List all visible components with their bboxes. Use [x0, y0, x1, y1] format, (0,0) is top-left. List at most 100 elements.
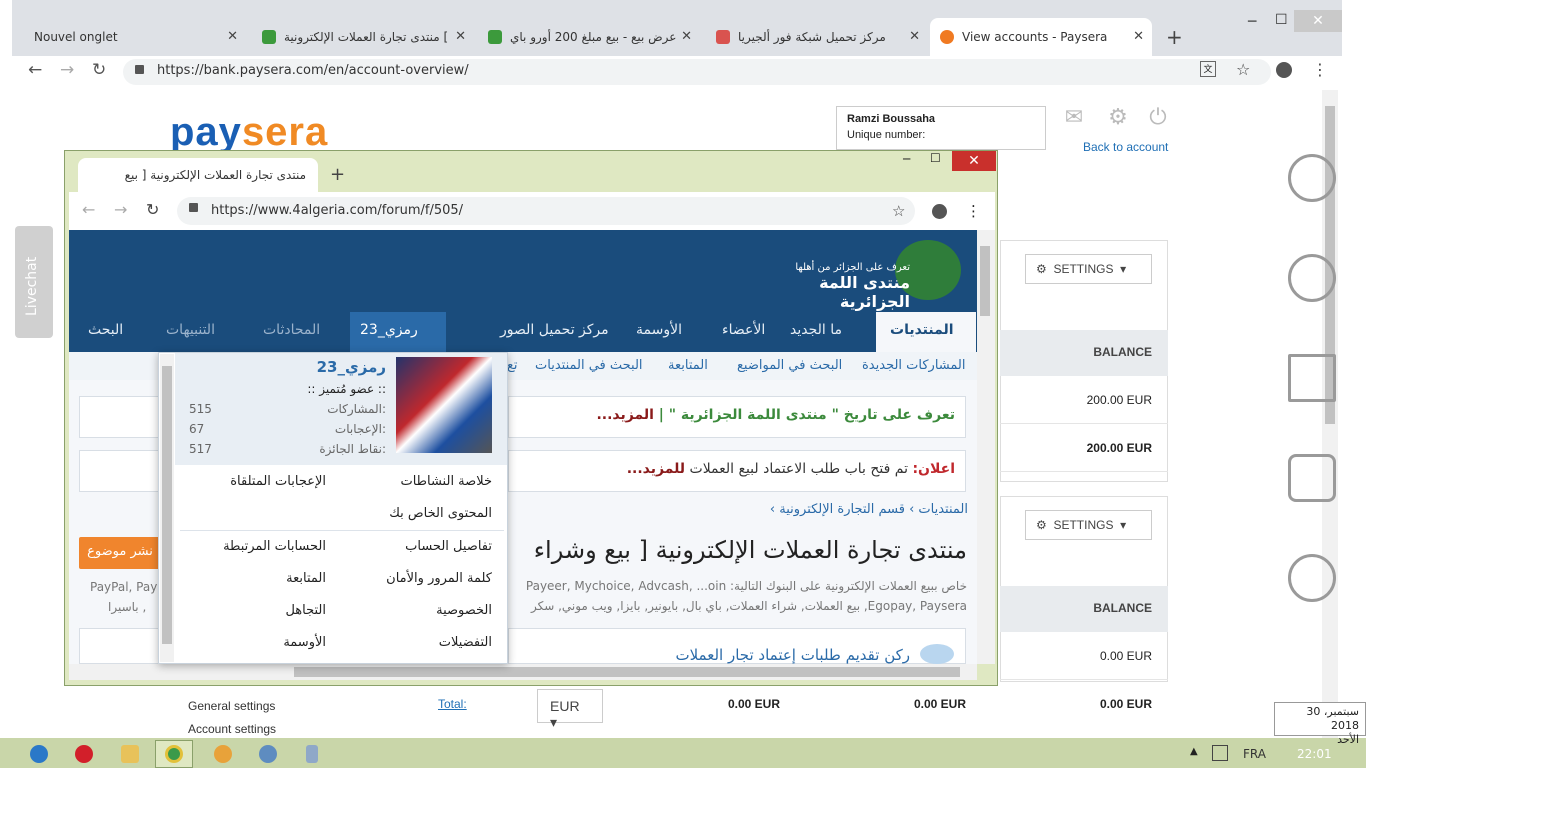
- menu-activity-summary[interactable]: خلاصة النشاطات: [360, 474, 492, 489]
- paysera-logo[interactable]: paysera: [170, 110, 328, 155]
- subnav-search-threads[interactable]: البحث في المواضيع: [737, 358, 842, 373]
- menu-preferences[interactable]: التفضيلات: [360, 635, 492, 650]
- balance-header-2: BALANCE: [1000, 586, 1168, 632]
- back-icon[interactable]: ←: [28, 60, 42, 80]
- chrome-icon[interactable]: [165, 745, 183, 763]
- subnav-more[interactable]: تع: [507, 358, 518, 373]
- notice-announcement[interactable]: اعلان: تم فتح باب طلب الاعتماد لبيع العم…: [508, 450, 966, 492]
- opera-icon[interactable]: [75, 745, 93, 763]
- close-icon[interactable]: ✕: [227, 29, 238, 44]
- bookmark-star-icon[interactable]: ☆: [892, 202, 905, 220]
- profile-icon[interactable]: [932, 204, 947, 219]
- nav-search[interactable]: البحث: [88, 322, 123, 338]
- menu-ignoring[interactable]: التجاهل: [196, 603, 326, 618]
- balance-value: 200.00 EUR: [1000, 426, 1168, 472]
- maximize-button[interactable]: ☐: [930, 151, 941, 165]
- notepad-icon[interactable]: [306, 745, 318, 763]
- popup-horizontal-thumb[interactable]: [294, 667, 960, 677]
- folder-icon[interactable]: [121, 745, 139, 763]
- network-app-icon[interactable]: [259, 745, 277, 763]
- forward-icon[interactable]: →: [60, 60, 74, 80]
- menu-privacy[interactable]: الخصوصية: [360, 603, 492, 618]
- nav-badges[interactable]: الأوسمة: [636, 322, 682, 338]
- tray-network-icon[interactable]: [1212, 745, 1228, 761]
- app-icon[interactable]: [214, 745, 232, 763]
- tab-upload[interactable]: مركز تحميل شبكة فور ألجيريا ✕: [706, 18, 928, 56]
- close-icon[interactable]: ✕: [681, 29, 692, 44]
- menu-reactions-received[interactable]: الإعجابات المتلقاة: [196, 474, 326, 489]
- sidebar-item-account-settings[interactable]: Account settings: [188, 722, 276, 736]
- menu-badges[interactable]: الأوسمة: [196, 635, 326, 650]
- tab-forum-popup[interactable]: منتدى تجارة العملات الإلكترونية [ بيع: [78, 158, 318, 192]
- magnifier-icon[interactable]: [1288, 154, 1336, 202]
- nav-image-upload[interactable]: مركز تحميل الصور: [500, 322, 609, 338]
- back-icon[interactable]: ←: [82, 200, 95, 219]
- new-topic-button[interactable]: نشر موضوع: [79, 537, 161, 569]
- avatar[interactable]: [396, 357, 492, 453]
- menu-following[interactable]: المتابعة: [196, 571, 326, 586]
- reload-icon[interactable]: ↻: [92, 60, 106, 80]
- profile-icon[interactable]: [1276, 62, 1292, 78]
- clock-time[interactable]: 22:01: [1297, 747, 1332, 761]
- nav-conversations[interactable]: المحادثات: [263, 322, 320, 338]
- power-icon[interactable]: ⏻: [1146, 105, 1170, 130]
- forward-icon[interactable]: →: [114, 200, 127, 219]
- tab-paysera[interactable]: View accounts - Paysera ✕: [930, 18, 1152, 56]
- nav-alerts[interactable]: التنبيهات: [166, 322, 215, 338]
- livechat-button[interactable]: Livechat: [15, 226, 53, 338]
- tab-new-tab[interactable]: Nouvel onglet ✕: [24, 18, 246, 56]
- notice-history[interactable]: تعرف على تاريخ " منتدى اللمة الجزائرية "…: [508, 396, 966, 438]
- sidebar-item-general-settings[interactable]: General settings: [188, 699, 275, 713]
- reload-icon[interactable]: ↻: [146, 200, 159, 219]
- node-title-link[interactable]: ركن تقديم طلبات إعتماد تجار العملات: [560, 646, 910, 664]
- tray-expand-icon[interactable]: ▲: [1190, 746, 1198, 757]
- bookmark-star-icon[interactable]: ☆: [1236, 60, 1250, 79]
- settings-button-2[interactable]: ⚙ SETTINGS ▾: [1025, 510, 1152, 540]
- popup-address-bar[interactable]: https://www.4algeria.com/forum/f/505/: [177, 197, 915, 225]
- subnav-search-forums[interactable]: البحث في المنتديات: [535, 358, 643, 373]
- nav-whats-new[interactable]: ما الجديد: [790, 322, 842, 338]
- network-icon[interactable]: [1288, 254, 1336, 302]
- nav-members[interactable]: الأعضاء: [722, 322, 765, 338]
- close-icon[interactable]: ✕: [455, 29, 466, 44]
- new-tab-button[interactable]: +: [1166, 25, 1183, 49]
- tab-offer[interactable]: عرض بيع - بيع مبلغ 200 أورو باي ✕: [478, 18, 700, 56]
- new-tab-button[interactable]: +: [330, 164, 345, 185]
- subnav-new-posts[interactable]: المشاركات الجديدة: [862, 358, 966, 373]
- menu-your-content[interactable]: المحتوى الخاص بك: [360, 506, 492, 521]
- dropdown-scrollbar-thumb[interactable]: [162, 366, 172, 644]
- currency-select[interactable]: EUR ▾: [537, 689, 603, 730]
- tab-forum[interactable]: منتدى تجارة العملات الإلكترونية [✕: [252, 18, 474, 56]
- mail-icon[interactable]: ✉: [1062, 105, 1086, 130]
- menu-icon[interactable]: ⋮: [1312, 60, 1328, 79]
- settings-cog-icon[interactable]: [1288, 554, 1336, 602]
- close-window-button[interactable]: ✕: [952, 151, 996, 171]
- notice-more-link[interactable]: للمزيد...: [627, 461, 685, 477]
- maximize-button[interactable]: ☐: [1275, 12, 1288, 28]
- translate-icon[interactable]: 文: [1200, 61, 1216, 77]
- minimize-button[interactable]: ─: [903, 152, 910, 166]
- menu-password-security[interactable]: كلمة المرور والأمان: [340, 571, 492, 586]
- close-window-button[interactable]: ✕: [1294, 10, 1342, 32]
- language-indicator[interactable]: FRA: [1243, 747, 1266, 761]
- nav-forums[interactable]: المنتديات: [890, 322, 954, 338]
- back-to-account-link[interactable]: Back to account: [1083, 140, 1168, 154]
- devices-icon[interactable]: [1288, 454, 1336, 502]
- notice-more-link[interactable]: المزيد...: [596, 407, 658, 423]
- address-bar[interactable]: https://bank.paysera.com/en/account-over…: [123, 59, 1271, 85]
- menu-account-details[interactable]: تفاصيل الحساب: [360, 539, 492, 554]
- close-icon[interactable]: ✕: [1133, 29, 1144, 44]
- ie-icon[interactable]: [30, 745, 48, 763]
- gear-icon[interactable]: ⚙: [1106, 105, 1130, 130]
- forum-logo[interactable]: تعرف على الجزائر من أهلها منتدى اللمة الج…: [770, 262, 910, 311]
- dropdown-username[interactable]: رمزي_23: [300, 358, 386, 376]
- breadcrumb[interactable]: المنتديات › قسم التجارة الإلكترونية ›: [700, 502, 968, 517]
- menu-icon[interactable]: ⋮: [966, 202, 981, 220]
- settings-button-1[interactable]: ⚙ SETTINGS ▾: [1025, 254, 1152, 284]
- windows-icon[interactable]: [1288, 354, 1336, 402]
- subnav-watched[interactable]: المتابعة: [668, 358, 708, 373]
- minimize-button[interactable]: ─: [1248, 14, 1256, 30]
- popup-scrollbar-thumb[interactable]: [980, 246, 990, 316]
- close-icon[interactable]: ✕: [909, 29, 920, 44]
- menu-connected-accounts[interactable]: الحسابات المرتبطة: [196, 539, 326, 554]
